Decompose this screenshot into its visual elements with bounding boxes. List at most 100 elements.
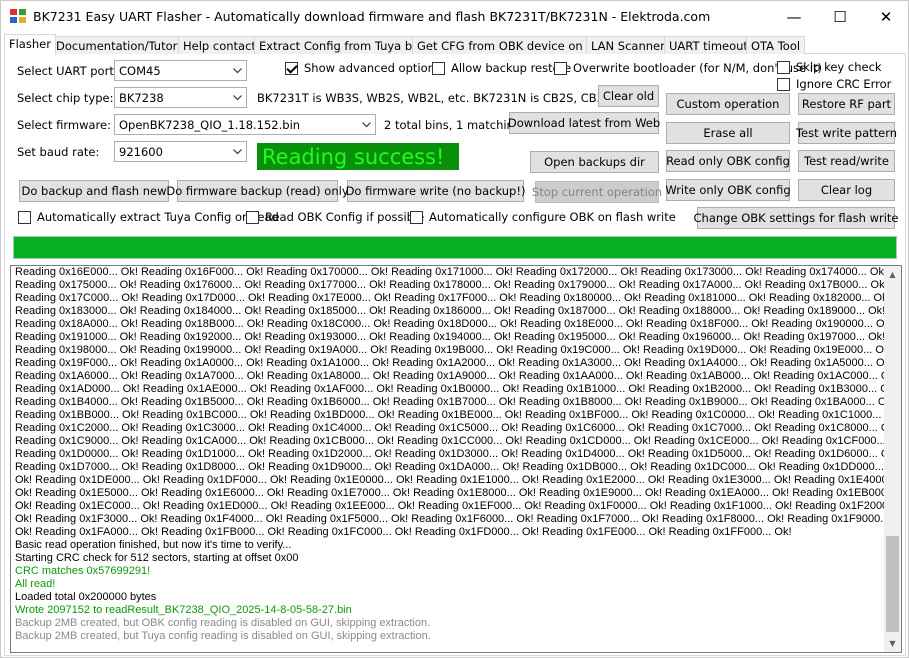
log-output[interactable]: Reading 0x16E000... Ok! Reading 0x16F000… <box>10 265 902 653</box>
tab-lan-scanner[interactable]: LAN Scanner <box>586 36 670 54</box>
test-read-write-button[interactable]: Test read/write <box>798 150 895 172</box>
checkbox-icon <box>18 210 31 224</box>
auto-configure-obk-checkbox[interactable]: Automatically configure OBK on flash wri… <box>410 209 676 225</box>
auto-configure-obk-label: Automatically configure OBK on flash wri… <box>429 210 676 224</box>
firmware-write-button[interactable]: Do firmware write (no backup!) <box>346 180 525 202</box>
chevron-down-icon <box>358 115 375 134</box>
window-title: BK7231 Easy UART Flasher - Automatically… <box>33 9 711 24</box>
tab-ota-tool[interactable]: OTA Tool <box>746 36 806 54</box>
baud-rate-select[interactable]: 921600 <box>114 141 247 162</box>
read-only-obk-button[interactable]: Read only OBK config <box>666 150 790 172</box>
log-line: Reading 0x16E000... Ok! Reading 0x16F000… <box>15 266 885 278</box>
maximize-icon: ☐ <box>833 7 847 26</box>
erase-all-button[interactable]: Erase all <box>666 122 790 144</box>
firmware-value: OpenBK7238_QIO_1.18.152.bin <box>119 118 301 132</box>
write-only-obk-button[interactable]: Write only OBK config <box>665 179 791 201</box>
open-backups-button[interactable]: Open backups dir <box>530 151 659 173</box>
show-advanced-label: Show advanced options <box>304 61 441 75</box>
log-scrollbar[interactable]: ▲ ▼ <box>884 266 901 652</box>
scrollbar-thumb[interactable] <box>886 536 899 632</box>
custom-operation-button[interactable]: Custom operation <box>666 93 790 115</box>
read-obk-config-checkbox[interactable]: Read OBK Config if possible <box>246 209 424 225</box>
clear-log-button[interactable]: Clear log <box>798 179 895 201</box>
log-line: Reading 0x1D7000... Ok! Reading 0x1D8000… <box>15 461 884 473</box>
restore-rf-button[interactable]: Restore RF part <box>798 93 895 115</box>
checkbox-icon <box>246 210 259 224</box>
scroll-down-icon[interactable]: ▼ <box>884 635 901 652</box>
maximize-button[interactable]: ☐ <box>817 1 863 32</box>
log-line: Reading 0x18A000... Ok! Reading 0x18B000… <box>15 318 885 330</box>
firmware-select[interactable]: OpenBK7238_QIO_1.18.152.bin <box>114 114 376 135</box>
flasher-panel: Select UART port: COM45 Select chip type… <box>4 54 906 656</box>
log-line: Reading 0x198000... Ok! Reading 0x199000… <box>15 344 885 356</box>
log-line: Wrote 2097152 to readResult_BK7238_QIO_2… <box>15 604 352 616</box>
log-line: Reading 0x1C2000... Ok! Reading 0x1C3000… <box>15 422 885 434</box>
app-icon <box>10 9 26 23</box>
log-line: Reading 0x19F000... Ok! Reading 0x1A0000… <box>15 357 885 369</box>
minimize-button[interactable]: — <box>771 1 817 32</box>
chip-type-value: BK7238 <box>119 91 164 105</box>
skip-key-check-label: Skip key check <box>796 60 882 74</box>
ignore-crc-checkbox[interactable]: Ignore CRC Error <box>777 76 891 92</box>
chip-info-text: BK7231T is WB3S, WB2S, WB2L, etc. BK7231… <box>257 91 637 105</box>
skip-key-check-checkbox[interactable]: Skip key check <box>777 59 882 75</box>
checkbox-icon <box>410 210 423 224</box>
app-window: BK7231 Easy UART Flasher - Automatically… <box>0 0 909 658</box>
uart-port-select[interactable]: COM45 <box>114 60 247 81</box>
chevron-down-icon <box>229 142 246 161</box>
log-line: Ok! Reading 0x1E5000... Ok! Reading 0x1E… <box>15 487 885 499</box>
progress-fill <box>14 237 896 258</box>
log-line: Reading 0x175000... Ok! Reading 0x176000… <box>15 279 885 291</box>
chevron-down-icon <box>229 88 246 107</box>
download-latest-button[interactable]: Download latest from Web <box>508 112 660 134</box>
change-obk-settings-button[interactable]: Change OBK settings for flash write <box>694 207 898 229</box>
baud-rate-value: 921600 <box>119 145 163 159</box>
log-line: CRC matches 0x57699291! <box>15 565 151 577</box>
chip-type-label: Select chip type: <box>17 91 114 105</box>
log-line: Reading 0x1D0000... Ok! Reading 0x1D1000… <box>15 448 885 460</box>
tab-flasher[interactable]: Flasher <box>4 34 56 55</box>
log-line: Ok! Reading 0x1FA000... Ok! Reading 0x1F… <box>15 526 792 538</box>
checkbox-icon <box>777 60 790 74</box>
chip-type-select[interactable]: BK7238 <box>114 87 247 108</box>
scroll-up-icon[interactable]: ▲ <box>884 266 901 283</box>
log-line: Reading 0x1C9000... Ok! Reading 0x1CA000… <box>15 435 885 447</box>
tab-help-contact[interactable]: Help contact <box>178 36 261 54</box>
progress-bar <box>13 236 897 259</box>
log-line: Ok! Reading 0x1DE000... Ok! Reading 0x1D… <box>15 474 885 486</box>
ignore-crc-label: Ignore CRC Error <box>796 77 892 91</box>
tab-uart-timeouts[interactable]: UART timeouts <box>664 36 759 54</box>
show-advanced-checkbox[interactable]: Show advanced options <box>285 60 441 76</box>
log-line: Backup 2MB created, but OBK config readi… <box>15 617 431 629</box>
close-icon: ✕ <box>879 7 893 26</box>
status-banner: Reading success! <box>257 143 459 170</box>
allow-backup-restore-checkbox[interactable]: Allow backup restore <box>432 60 571 76</box>
test-write-pattern-button[interactable]: Test write pattern <box>796 122 897 144</box>
minimize-icon: — <box>786 7 802 26</box>
auto-extract-tuya-checkbox[interactable]: Automatically extract Tuya Config on rea… <box>18 209 279 225</box>
close-button[interactable]: ✕ <box>863 1 909 32</box>
checkbox-icon <box>432 61 445 75</box>
title-bar[interactable]: BK7231 Easy UART Flasher - Automatically… <box>1 1 908 32</box>
stop-operation-button[interactable]: Stop current operation <box>532 181 662 203</box>
read-obk-config-label: Read OBK Config if possible <box>265 210 425 224</box>
firmware-backup-button[interactable]: Do firmware backup (read) only <box>166 180 349 202</box>
log-line: Backup 2MB created, but Tuya config read… <box>15 630 431 642</box>
tab-get-cfg[interactable]: Get CFG from OBK device on LAN <box>412 36 615 54</box>
auto-extract-tuya-label: Automatically extract Tuya Config on rea… <box>37 210 279 224</box>
log-line: Reading 0x183000... Ok! Reading 0x184000… <box>15 305 885 317</box>
backup-and-flash-button[interactable]: Do backup and flash new <box>19 180 169 202</box>
log-line: Loaded total 0x200000 bytes <box>15 591 157 603</box>
log-line: Reading 0x1B4000... Ok! Reading 0x1B5000… <box>15 396 885 408</box>
clear-old-button[interactable]: Clear old <box>598 85 659 107</box>
log-line: Reading 0x1BB000... Ok! Reading 0x1BC000… <box>15 409 885 421</box>
firmware-label: Select firmware: <box>17 118 111 132</box>
log-line: Starting CRC check for 512 sectors, star… <box>15 552 299 564</box>
log-line: Reading 0x1AD000... Ok! Reading 0x1AE000… <box>15 383 885 395</box>
log-lines: Reading 0x16E000... Ok! Reading 0x16F000… <box>15 266 885 643</box>
log-line: Reading 0x17C000... Ok! Reading 0x17D000… <box>15 292 885 304</box>
checkbox-icon <box>777 77 790 91</box>
log-line: Ok! Reading 0x1EC000... Ok! Reading 0x1E… <box>15 500 885 512</box>
firmware-info-text: 2 total bins, 1 matching. <box>384 118 525 132</box>
uart-port-value: COM45 <box>119 64 161 78</box>
